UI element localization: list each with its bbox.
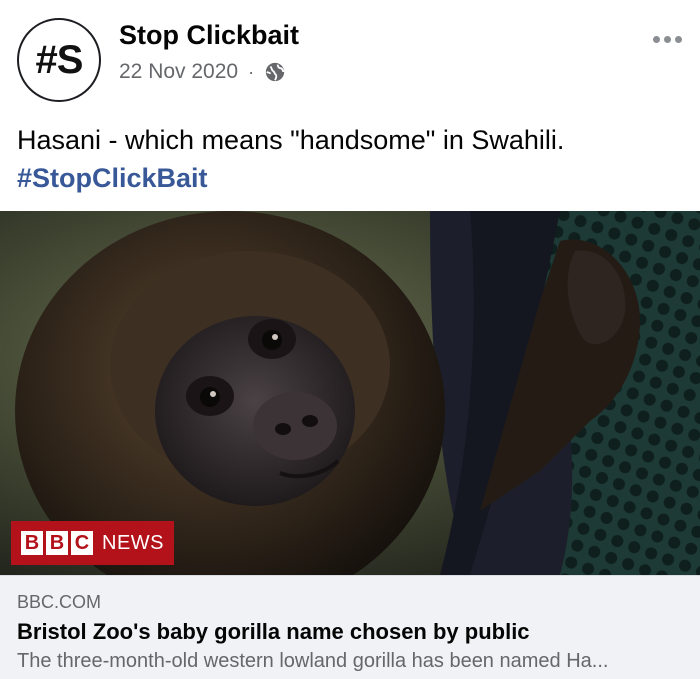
hashtag-link[interactable]: #StopClickBait [17,159,683,197]
meta-separator: · [248,61,255,82]
facebook-post: #S Stop Clickbait 22 Nov 2020 · Hasani -… [0,0,700,679]
page-name-link[interactable]: Stop Clickbait [119,20,299,51]
post-message: Hasani - which means "handsome" in Swahi… [17,121,683,197]
link-preview[interactable]: BBC.COM Bristol Zoo's baby gorilla name … [0,575,700,679]
avatar-text: #S [35,37,84,82]
logo-word: NEWS [102,531,164,554]
bbc-news-logo: B B C NEWS [11,521,174,565]
link-title[interactable]: Bristol Zoo's baby gorilla name chosen b… [17,619,530,645]
more-options-icon[interactable] [653,36,682,43]
post-text: Hasani - which means "handsome" in Swahi… [17,125,565,155]
post-header: #S Stop Clickbait 22 Nov 2020 · [0,0,700,110]
post-date[interactable]: 22 Nov 2020 [119,60,238,84]
post-photo[interactable]: B B C NEWS [0,211,700,575]
globe-icon [265,62,285,82]
logo-letter-b2: B [46,531,68,555]
post-meta: 22 Nov 2020 · [119,60,286,84]
page-avatar[interactable]: #S [17,18,101,102]
link-domain: BBC.COM [17,592,102,612]
link-description: The three-month-old western lowland gori… [17,650,609,672]
logo-letter-b1: B [21,531,43,555]
logo-letter-c: C [71,531,93,555]
